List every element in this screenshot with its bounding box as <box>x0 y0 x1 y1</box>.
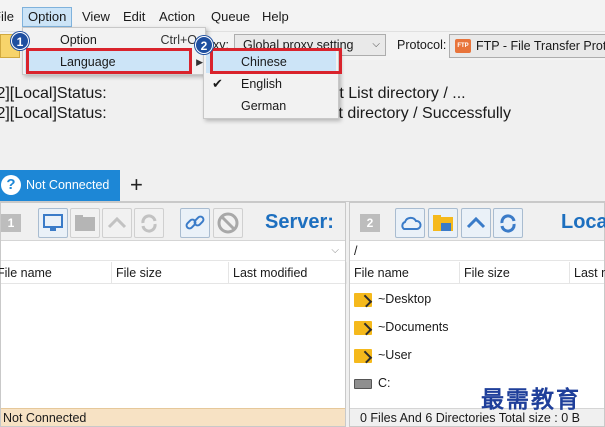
server-up-button[interactable] <box>102 208 132 238</box>
menu-action[interactable]: Action <box>154 7 200 27</box>
question-icon: ? <box>1 175 21 195</box>
server-toolbar: 1 Server: <box>1 203 345 241</box>
menu-item-label: Option <box>60 33 97 47</box>
list-item[interactable]: ~Documents <box>350 313 604 341</box>
server-path-field[interactable]: ⌵ <box>1 241 345 261</box>
highlight-box-chinese <box>210 48 342 74</box>
chevron-down-icon[interactable]: ⌵ <box>331 241 339 261</box>
server-folder-button[interactable] <box>70 208 100 238</box>
add-tab-button[interactable]: + <box>130 172 143 198</box>
monitor-icon <box>43 214 63 231</box>
drive-icon <box>354 379 372 389</box>
monitor-button[interactable] <box>38 208 68 238</box>
menu-option[interactable]: Option <box>22 7 73 27</box>
column-file-size[interactable]: File size <box>460 262 570 284</box>
link-icon <box>185 215 205 230</box>
protocol-select-value: FTP - File Transfer Protocol <box>476 39 605 53</box>
list-item[interactable]: ~Desktop <box>350 285 604 313</box>
menu-item-english[interactable]: ✔ English <box>206 73 336 95</box>
connection-tab-bar: ? Not Connected + <box>0 168 605 202</box>
local-column-headers: File name File size Last modified <box>350 262 605 284</box>
menu-edit[interactable]: Edit <box>118 7 150 27</box>
folder-icon <box>354 321 372 335</box>
server-status-bar: Not Connected <box>1 408 345 426</box>
connect-button[interactable] <box>180 208 210 238</box>
item-name: ~Documents <box>378 320 449 334</box>
server-status-text: Not Connected <box>3 411 87 425</box>
chevron-up-icon <box>466 216 486 229</box>
protocol-label: Protocol: <box>397 38 447 52</box>
local-toolbar: 2 Local: <box>350 203 605 241</box>
menu-item-label: English <box>241 77 282 91</box>
local-path-value: / <box>354 244 358 258</box>
chevron-right-icon: ▶ <box>196 57 203 67</box>
column-last-modified[interactable]: Last modified <box>570 262 605 284</box>
refresh-icon <box>141 214 157 233</box>
list-item[interactable]: ~User <box>350 341 604 369</box>
server-pane: 1 Server: ⌵ File name File size Last mod… <box>0 202 347 427</box>
step-marker: 1 <box>11 32 29 50</box>
checkmark-icon: ✔ <box>212 76 223 91</box>
log-line-message: rt List directory / ... <box>334 85 466 102</box>
pane-number-badge: 1 <box>1 214 21 232</box>
step-marker: 2 <box>195 36 213 54</box>
server-refresh-button[interactable] <box>134 208 164 238</box>
menu-view[interactable]: View <box>77 7 115 27</box>
folder-icon <box>354 349 372 363</box>
server-column-headers: File name File size Last modified <box>0 262 347 284</box>
local-pane-title: Local: <box>561 211 605 233</box>
server-pane-title: Server: <box>265 211 334 233</box>
pane-number-badge: 2 <box>360 214 380 232</box>
column-file-size[interactable]: File size <box>112 262 229 284</box>
chevron-up-icon <box>107 216 127 229</box>
protocol-select[interactable]: FTP FTP - File Transfer Protocol <box>449 34 605 58</box>
item-name: C: <box>378 376 391 390</box>
disconnect-icon <box>217 212 239 234</box>
tab-not-connected[interactable]: ? Not Connected <box>0 170 120 201</box>
local-up-button[interactable] <box>461 208 491 238</box>
disconnect-button[interactable] <box>213 208 243 238</box>
local-folder-button[interactable] <box>428 208 458 238</box>
local-refresh-button[interactable] <box>493 208 523 238</box>
local-path-field[interactable]: / <box>350 241 604 261</box>
menu-file[interactable]: File <box>0 7 19 27</box>
item-name: ~Desktop <box>378 292 432 306</box>
ftp-icon: FTP <box>455 39 471 53</box>
menu-help[interactable]: Help <box>257 7 294 27</box>
log-line-message: List directory / Successfully <box>318 105 511 122</box>
refresh-icon <box>500 214 516 233</box>
menu-item-german[interactable]: German <box>206 95 336 117</box>
log-line-prefix: [2][Local]Status: <box>0 105 107 122</box>
column-last-modified[interactable]: Last modified <box>229 262 347 284</box>
column-file-name[interactable]: File name <box>0 262 112 284</box>
menu-item-label: German <box>241 99 287 113</box>
cloud-button[interactable] <box>395 208 425 238</box>
chevron-down-icon: ⌵ <box>372 39 380 50</box>
tab-label: Not Connected <box>26 178 110 192</box>
watermark-logo: 最需教育 <box>481 386 581 413</box>
highlight-box-language <box>26 48 192 74</box>
folder-icon <box>75 215 95 231</box>
menu-queue[interactable]: Queue <box>206 7 255 27</box>
folder-icon <box>433 215 453 231</box>
cloud-icon <box>401 216 422 230</box>
folder-icon <box>354 293 372 307</box>
column-file-name[interactable]: File name <box>350 262 460 284</box>
item-name: ~User <box>378 348 412 362</box>
log-line-prefix: [2][Local]Status: <box>0 85 107 102</box>
